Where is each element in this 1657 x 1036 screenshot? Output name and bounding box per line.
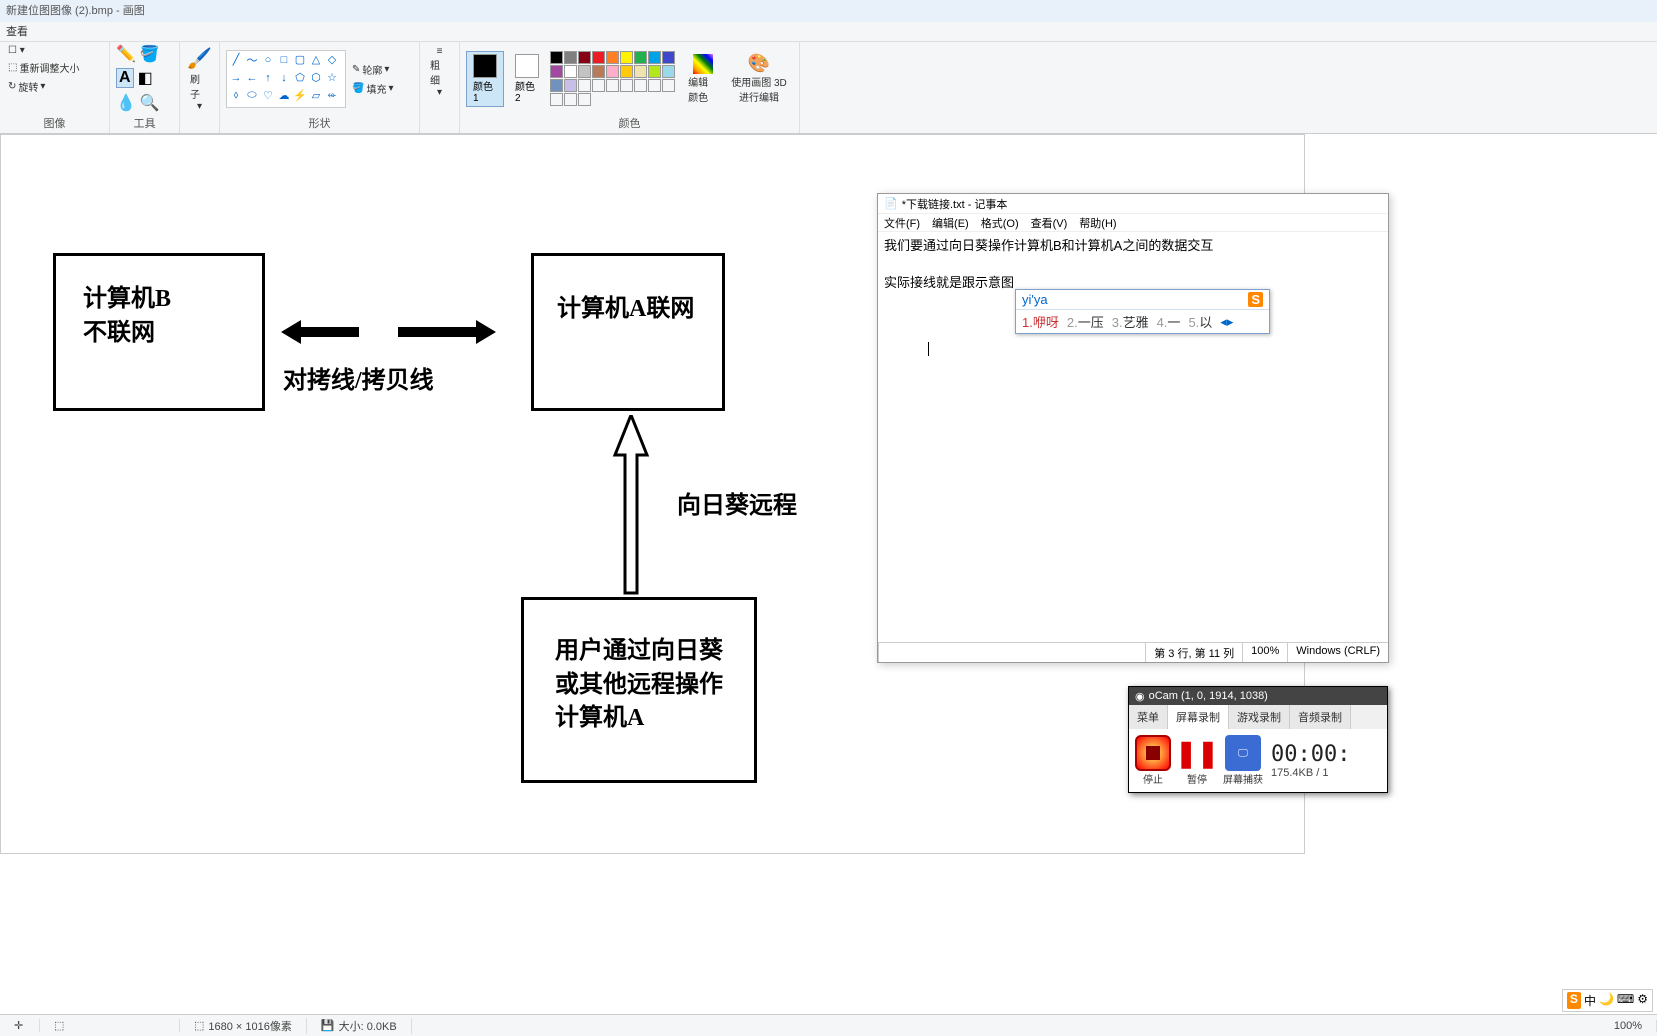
ime-input-row: yi'ya S bbox=[1016, 290, 1269, 309]
ribbon-group-stroke: ≡ 粗细 ▾ bbox=[420, 42, 460, 133]
ime-pinyin: yi'ya bbox=[1022, 292, 1048, 307]
menu-help[interactable]: 帮助(H) bbox=[1079, 215, 1116, 230]
select-button[interactable]: ☐ ▾ bbox=[6, 44, 27, 57]
notepad-statusbar: 第 3 行, 第 11 列 100% Windows (CRLF) bbox=[878, 642, 1388, 662]
fill-button[interactable]: 🪣 填充 ▾ bbox=[350, 80, 395, 97]
edit-colors-button[interactable]: 编辑颜色 bbox=[684, 52, 721, 106]
ribbon-group-shapes: ╱〜○□▢△◇ →←↑↓⬠⬡☆ ⬨⬭♡☁⚡▱⬰ ✎ 轮廓 ▾ 🪣 填充 ▾ 形状 bbox=[220, 42, 420, 133]
resize-button[interactable]: ⬚重新调整大小 bbox=[6, 59, 81, 76]
rainbow-icon bbox=[693, 54, 713, 74]
eraser-tool[interactable]: ◧ bbox=[138, 68, 153, 88]
group-label-tools: 工具 bbox=[116, 113, 173, 131]
menu-view[interactable]: 查看(V) bbox=[1031, 215, 1068, 230]
notepad-icon: 📄 bbox=[884, 197, 898, 210]
ocam-rate: 175.4KB / 1 bbox=[1271, 767, 1350, 779]
ocam-tab-screen[interactable]: 屏幕录制 bbox=[1168, 705, 1229, 729]
diagram-text-a: 计算机A联网 bbox=[557, 293, 694, 327]
arrow-up-icon bbox=[611, 415, 651, 595]
ocam-body: 停止 ❚❚ 暂停 🖵 屏幕捕获 00:00: 175.4KB / 1 bbox=[1129, 729, 1387, 792]
tray-settings-icon[interactable]: ⚙ bbox=[1637, 992, 1648, 1009]
notepad-encoding: Windows (CRLF) bbox=[1287, 643, 1388, 662]
rotate-button[interactable]: ↻旋转 ▾ bbox=[6, 78, 47, 95]
ocam-capture-button[interactable]: 🖵 屏幕捕获 bbox=[1223, 735, 1263, 786]
sogou-tray-icon[interactable]: S bbox=[1567, 992, 1581, 1009]
fill-tool[interactable]: 🪣 bbox=[140, 44, 160, 64]
zoom-tool[interactable]: 🔍 bbox=[140, 93, 160, 113]
ime-window[interactable]: yi'ya S 1.咿呀 2.一压 3.艺雅 4.一 5.以 ◂▸ bbox=[1015, 289, 1270, 334]
group-label-colors: 颜色 bbox=[466, 113, 793, 131]
ocam-stop-button[interactable]: 停止 bbox=[1135, 735, 1171, 786]
text-tool[interactable]: A bbox=[116, 68, 134, 88]
color2-button[interactable]: 颜色 2 bbox=[508, 51, 546, 107]
notepad-pos: 第 3 行, 第 11 列 bbox=[1145, 643, 1242, 662]
ribbon-group-brush: 🖌️ 刷子 ▾ bbox=[180, 42, 220, 133]
ribbon-group-tools: ✏️ 🪣 A ◧ 💧 🔍 工具 bbox=[110, 42, 180, 133]
menu-edit[interactable]: 编辑(E) bbox=[932, 215, 969, 230]
notepad-line1: 我们要通过向日葵操作计算机B和计算机A之间的数据交互 bbox=[884, 236, 1382, 257]
menu-file[interactable]: 文件(F) bbox=[884, 215, 920, 230]
ocam-tab-audio[interactable]: 音频录制 bbox=[1290, 705, 1351, 729]
notepad-titlebar[interactable]: 📄 *下载链接.txt - 记事本 bbox=[878, 194, 1388, 214]
ocam-tab-menu[interactable]: 菜单 bbox=[1129, 705, 1168, 729]
notepad-title-text: *下载链接.txt - 记事本 bbox=[902, 196, 1008, 212]
picker-tool[interactable]: 💧 bbox=[116, 93, 136, 113]
status-cursor: ✛ bbox=[0, 1019, 40, 1032]
paint3d-icon: 🎨 bbox=[748, 53, 770, 74]
ribbon-group-colors: 颜色 1 颜色 2 编辑颜色 🎨 使用画图 3D 进行编辑 颜色 bbox=[460, 42, 800, 133]
paint-title: 新建位图图像 (2).bmp - 画图 bbox=[6, 5, 145, 17]
pencil-tool[interactable]: ✏️ bbox=[116, 44, 136, 64]
stroke-icon: ≡ bbox=[437, 46, 443, 57]
tray-lang[interactable]: 中 bbox=[1584, 992, 1596, 1009]
tray-moon-icon[interactable]: 🌙 bbox=[1599, 992, 1614, 1009]
tray-keyboard-icon[interactable]: ⌨ bbox=[1617, 992, 1634, 1009]
notepad-zoom: 100% bbox=[1242, 643, 1287, 662]
status-dims: ⬚1680 × 1016像素 bbox=[180, 1018, 307, 1034]
paint3d-button[interactable]: 🎨 使用画图 3D 进行编辑 bbox=[725, 51, 793, 106]
ocam-tabs: 菜单 屏幕录制 游戏录制 音频录制 bbox=[1129, 705, 1387, 729]
paint-statusbar: ✛ ⬚ ⬚1680 × 1016像素 💾大小: 0.0KB 100% bbox=[0, 1014, 1657, 1036]
brush-button[interactable]: 🖌️ 刷子 ▾ bbox=[186, 44, 213, 114]
outline-button[interactable]: ✎ 轮廓 ▾ bbox=[350, 61, 395, 78]
ocam-titlebar[interactable]: ◉ oCam (1, 0, 1914, 1038) bbox=[1129, 687, 1387, 705]
arrow-left-icon bbox=[281, 317, 361, 347]
arrow-right-icon bbox=[396, 317, 496, 347]
ocam-tab-game[interactable]: 游戏录制 bbox=[1229, 705, 1290, 729]
view-tab[interactable]: 查看 bbox=[6, 26, 28, 38]
color1-button[interactable]: 颜色 1 bbox=[466, 51, 504, 107]
notepad-window[interactable]: 📄 *下载链接.txt - 记事本 文件(F) 编辑(E) 格式(O) 查看(V… bbox=[877, 193, 1389, 663]
text-caret bbox=[928, 342, 929, 356]
ocam-icon: ◉ bbox=[1135, 690, 1145, 703]
ime-candidates[interactable]: 1.咿呀 2.一压 3.艺雅 4.一 5.以 ◂▸ bbox=[1016, 309, 1269, 333]
ocam-timer: 00:00: bbox=[1271, 742, 1350, 767]
shapes-gallery[interactable]: ╱〜○□▢△◇ →←↑↓⬠⬡☆ ⬨⬭♡☁⚡▱⬰ bbox=[226, 50, 346, 108]
paint-tabbar: 查看 bbox=[0, 22, 1657, 42]
group-label-shapes: 形状 bbox=[226, 113, 413, 131]
diagram-box-a bbox=[531, 253, 725, 411]
status-zoom[interactable]: 100% bbox=[1600, 1020, 1657, 1032]
ocam-pause-button[interactable]: ❚❚ 暂停 bbox=[1179, 735, 1215, 786]
sogou-icon: S bbox=[1248, 292, 1263, 307]
color-palette[interactable] bbox=[550, 51, 680, 106]
ime-page-icon[interactable]: ◂▸ bbox=[1220, 314, 1233, 330]
status-size: 💾大小: 0.0KB bbox=[307, 1018, 412, 1034]
ribbon: ☐ ▾ ⬚重新调整大小 ↻旋转 ▾ 图像 ✏️ 🪣 A ◧ 💧 🔍 工具 🖌️ … bbox=[0, 42, 1657, 134]
status-selection: ⬚ bbox=[40, 1019, 180, 1032]
group-label-image: 图像 bbox=[6, 113, 103, 131]
paint-titlebar: 新建位图图像 (2).bmp - 画图 bbox=[0, 0, 1657, 22]
ribbon-group-image: ☐ ▾ ⬚重新调整大小 ↻旋转 ▾ 图像 bbox=[0, 42, 110, 133]
menu-format[interactable]: 格式(O) bbox=[981, 215, 1019, 230]
ocam-title-text: oCam (1, 0, 1914, 1038) bbox=[1149, 690, 1268, 702]
diagram-text-user: 用户通过向日葵 或其他远程操作 计算机A bbox=[555, 635, 723, 736]
brush-icon: 🖌️ bbox=[187, 46, 212, 71]
diagram-remote-label: 向日葵远程 bbox=[677, 485, 797, 520]
diagram-cable-label: 对拷线/拷贝线 bbox=[283, 360, 434, 395]
stroke-button[interactable]: ≡ 粗细 ▾ bbox=[426, 44, 453, 100]
notepad-menubar: 文件(F) 编辑(E) 格式(O) 查看(V) 帮助(H) bbox=[878, 214, 1388, 232]
ime-tray[interactable]: S 中 🌙 ⌨ ⚙ bbox=[1562, 989, 1653, 1012]
ocam-window[interactable]: ◉ oCam (1, 0, 1914, 1038) 菜单 屏幕录制 游戏录制 音… bbox=[1128, 686, 1388, 793]
diagram-text-b: 计算机B 不联网 bbox=[83, 283, 171, 350]
